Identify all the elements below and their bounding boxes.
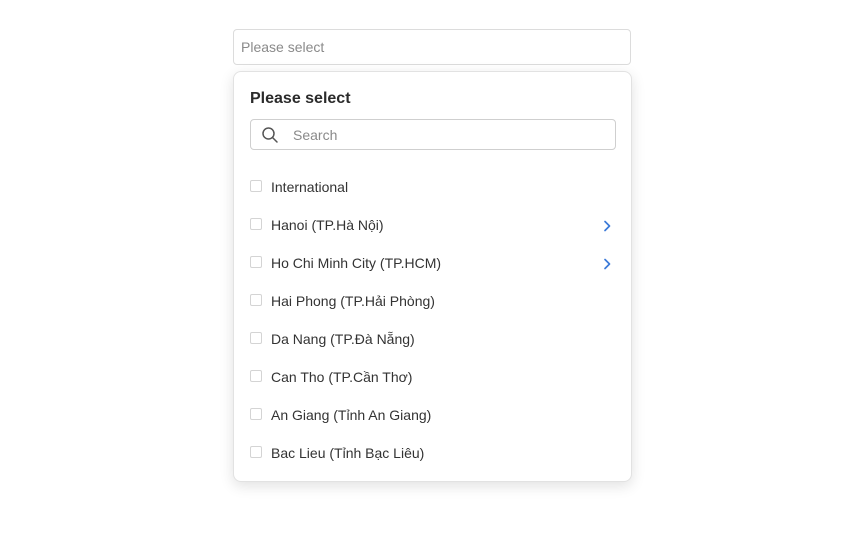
option-checkbox[interactable] <box>250 180 262 192</box>
option-label: Hai Phong (TP.Hải Phòng) <box>271 293 435 309</box>
option-hanoi[interactable]: Hanoi (TP.Hà Nội) <box>250 206 616 244</box>
option-an-giang[interactable]: An Giang (Tỉnh An Giang) <box>250 396 616 434</box>
option-international[interactable]: International <box>250 168 616 206</box>
option-checkbox[interactable] <box>250 218 262 230</box>
option-label: Can Tho (TP.Cần Thơ) <box>271 369 413 385</box>
option-can-tho[interactable]: Can Tho (TP.Cần Thơ) <box>250 358 616 396</box>
dropdown-title: Please select <box>250 90 351 107</box>
option-label: An Giang (Tỉnh An Giang) <box>271 407 432 423</box>
option-hai-phong[interactable]: Hai Phong (TP.Hải Phòng) <box>250 282 616 320</box>
select-placeholder: Please select <box>241 39 325 55</box>
dropdown-panel: Please select International Hanoi (TP.Hà… <box>233 71 632 482</box>
select-trigger[interactable]: Please select <box>233 29 631 65</box>
option-checkbox[interactable] <box>250 446 262 458</box>
option-label: Hanoi (TP.Hà Nội) <box>271 217 384 233</box>
option-checkbox[interactable] <box>250 294 262 306</box>
option-label: Ho Chi Minh City (TP.HCM) <box>271 255 442 271</box>
search-input[interactable] <box>293 126 593 143</box>
option-ho-chi-minh-city[interactable]: Ho Chi Minh City (TP.HCM) <box>250 244 616 282</box>
option-label: Bac Lieu (Tỉnh Bạc Liêu) <box>271 445 425 461</box>
option-checkbox[interactable] <box>250 370 262 382</box>
search-box[interactable] <box>250 119 616 150</box>
option-da-nang[interactable]: Da Nang (TP.Đà Nẵng) <box>250 320 616 358</box>
option-list: International Hanoi (TP.Hà Nội) Ho Chi M… <box>250 168 616 472</box>
chevron-right-icon[interactable] <box>602 258 612 270</box>
option-checkbox[interactable] <box>250 408 262 420</box>
option-label: International <box>271 179 349 195</box>
option-bac-lieu[interactable]: Bac Lieu (Tỉnh Bạc Liêu) <box>250 434 616 472</box>
option-checkbox[interactable] <box>250 332 262 344</box>
chevron-right-icon[interactable] <box>602 220 612 232</box>
search-icon <box>261 126 279 144</box>
option-checkbox[interactable] <box>250 256 262 268</box>
option-label: Da Nang (TP.Đà Nẵng) <box>271 331 415 347</box>
